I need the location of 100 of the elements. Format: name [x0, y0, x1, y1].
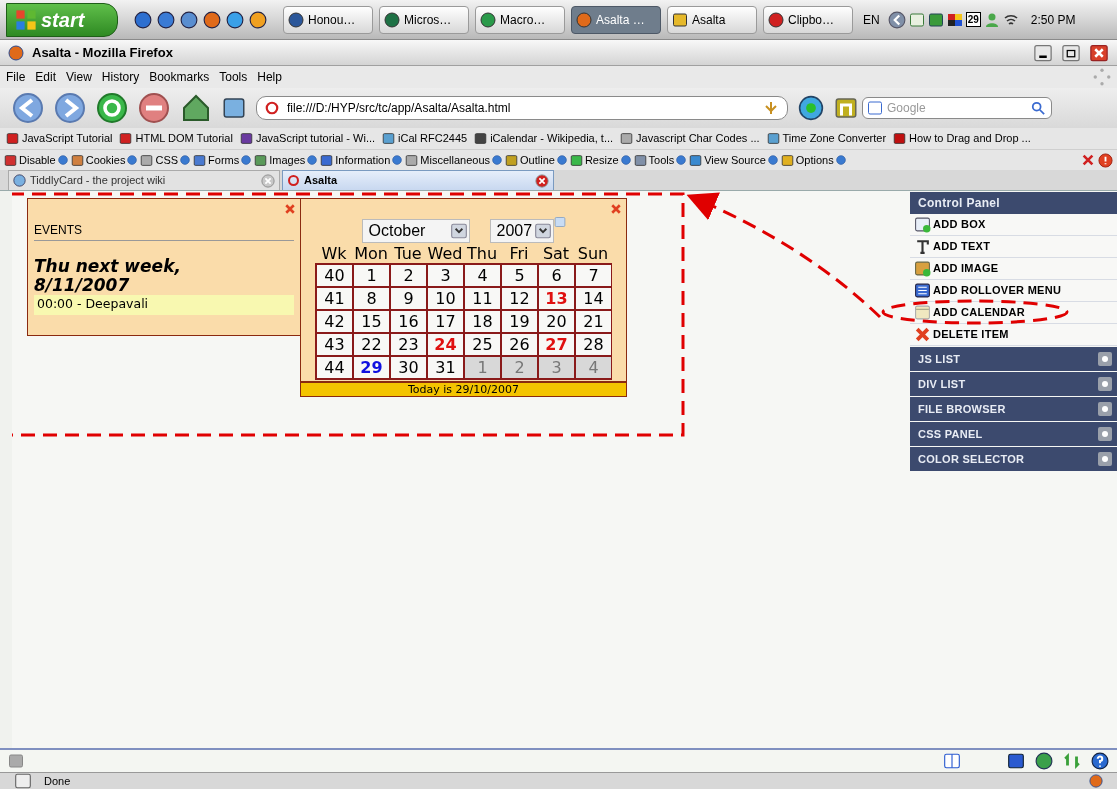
day-cell[interactable]: 23 [390, 333, 427, 356]
flag-icon[interactable] [946, 11, 963, 28]
arch-icon[interactable] [834, 96, 858, 120]
day-cell[interactable]: 30 [390, 356, 427, 379]
toolbar-menu[interactable]: Miscellaneous [405, 151, 503, 169]
menu-item[interactable]: File [6, 68, 26, 86]
back-icon[interactable] [12, 92, 44, 124]
menu-item[interactable]: View [66, 68, 92, 86]
day-cell[interactable]: 24 [427, 333, 464, 356]
bookmark-link[interactable]: HTML DOM Tutorial [119, 130, 233, 147]
day-cell[interactable]: 29 [353, 356, 390, 379]
taskbar-button[interactable]: Honou… [283, 5, 373, 34]
close-icon[interactable] [1089, 42, 1109, 63]
toolbar-menu[interactable]: View Source [689, 151, 778, 169]
day-cell[interactable]: 22 [353, 333, 390, 356]
bookmark-link[interactable]: JavaScript tutorial - Wi... [239, 130, 376, 147]
day-cell[interactable]: 1 [353, 264, 390, 287]
day-cell[interactable]: 16 [390, 310, 427, 333]
panel-section[interactable]: CSS PANEL [910, 422, 1117, 446]
day-cell[interactable]: 21 [575, 310, 612, 333]
taskbar-button[interactable]: Clipbo… [763, 5, 853, 34]
search-input[interactable]: Google [887, 99, 1027, 117]
day-cell[interactable]: 2 [390, 264, 427, 287]
day-cell[interactable]: 11 [464, 287, 501, 310]
feed-icon[interactable] [763, 100, 779, 116]
bookmark-link[interactable]: iCalendar - Wikipedia, t... [474, 130, 614, 147]
panel-action[interactable]: ADD BOX [910, 214, 1117, 236]
toolbar-menu[interactable]: Options [780, 151, 846, 169]
day-cell[interactable]: 9 [390, 287, 427, 310]
day-cell[interactable]: 17 [427, 310, 464, 333]
toolbar-menu[interactable]: Tools [633, 151, 687, 169]
reload-icon[interactable] [96, 92, 128, 124]
day-cell[interactable]: 15 [353, 310, 390, 333]
error-icon[interactable] [1098, 152, 1113, 168]
taskbar-button[interactable]: Macro… [475, 5, 565, 34]
taskbar-button[interactable]: Asalta … [571, 5, 661, 34]
address-field[interactable]: file:///D:/HYP/src/tc/app/Asalta/Asalta.html [256, 96, 788, 120]
move-handle-icon[interactable] [1097, 426, 1113, 442]
bookmark-link[interactable]: Time Zone Converter [766, 130, 887, 147]
menu-item[interactable]: Tools [219, 68, 248, 86]
minimize-icon[interactable] [1033, 42, 1053, 63]
tab[interactable]: TiddlyCard - the project wiki [8, 170, 280, 190]
panel-action[interactable]: DELETE ITEM [910, 324, 1117, 346]
menu-item[interactable]: History [101, 68, 140, 86]
day-cell[interactable]: 28 [575, 333, 612, 356]
panel-section[interactable]: DIV LIST [910, 372, 1117, 396]
close-icon[interactable] [1081, 153, 1095, 167]
help-icon[interactable] [1091, 752, 1109, 770]
day-cell[interactable]: 18 [464, 310, 501, 333]
panel-section[interactable]: FILE BROWSER [910, 397, 1117, 421]
taskbar-button[interactable]: Asalta [667, 5, 757, 34]
day-cell[interactable]: 31 [427, 356, 464, 379]
day-cell[interactable]: 7 [575, 264, 612, 287]
search-icon[interactable] [1031, 101, 1045, 115]
panel-action[interactable]: ADD ROLLOVER MENU [910, 280, 1117, 302]
move-handle-icon[interactable] [1097, 376, 1113, 392]
day-cell[interactable]: 10 [427, 287, 464, 310]
sync-icon[interactable] [1063, 752, 1081, 770]
toolbar-menu[interactable]: Images [254, 151, 318, 169]
month-select[interactable]: October [361, 219, 470, 243]
stop-icon[interactable] [138, 92, 170, 124]
day-cell[interactable]: 13 [538, 287, 575, 310]
toolbar-menu[interactable]: Forms [193, 151, 252, 169]
day-cell[interactable]: 8 [353, 287, 390, 310]
day-cell[interactable]: 27 [538, 333, 575, 356]
go-icon[interactable] [798, 95, 824, 121]
year-select[interactable]: 2007 [489, 219, 554, 243]
panel-section[interactable]: JS LIST [910, 347, 1117, 371]
move-handle-icon[interactable] [1097, 351, 1113, 367]
day-cell[interactable]: 5 [501, 264, 538, 287]
bookmark-link[interactable]: Javascript Char Codes ... [620, 130, 760, 147]
menu-item[interactable]: Bookmarks [149, 68, 210, 86]
day-cell[interactable]: 12 [501, 287, 538, 310]
home-icon[interactable] [180, 92, 212, 124]
chevron-left-icon[interactable] [887, 10, 906, 29]
taskbar-button[interactable]: Micros… [379, 5, 469, 34]
toolbar-menu[interactable]: Outline [505, 151, 567, 169]
day-cell[interactable]: 20 [538, 310, 575, 333]
move-handle-icon[interactable] [1097, 451, 1113, 467]
toolbar-menu[interactable]: Resize [569, 151, 631, 169]
toolbar-menu[interactable]: Disable [4, 151, 68, 169]
menu-item[interactable]: Help [257, 68, 282, 86]
day-cell[interactable]: 14 [575, 287, 612, 310]
menu-item[interactable]: Edit [35, 68, 57, 86]
day-cell[interactable]: 3 [427, 264, 464, 287]
day-cell[interactable]: 26 [501, 333, 538, 356]
columns-icon[interactable] [943, 752, 961, 770]
day-cell[interactable]: 19 [501, 310, 538, 333]
toolbar-menu[interactable]: Information [320, 151, 403, 169]
search-field[interactable]: Google [862, 97, 1052, 119]
panel-action[interactable]: ADD IMAGE [910, 258, 1117, 280]
bookmark-link[interactable]: JavaScript Tutorial [6, 130, 113, 147]
toolbar-menu[interactable]: CSS [140, 151, 191, 169]
bookmark-link[interactable]: How to Drag and Drop ... [893, 130, 1031, 147]
calendar-date[interactable]: 29 [965, 12, 981, 27]
tab[interactable]: Asalta [282, 170, 554, 190]
move-handle-icon[interactable] [1097, 401, 1113, 417]
panel-section[interactable]: COLOR SELECTOR [910, 447, 1117, 471]
day-cell[interactable]: 6 [538, 264, 575, 287]
day-cell[interactable]: 25 [464, 333, 501, 356]
